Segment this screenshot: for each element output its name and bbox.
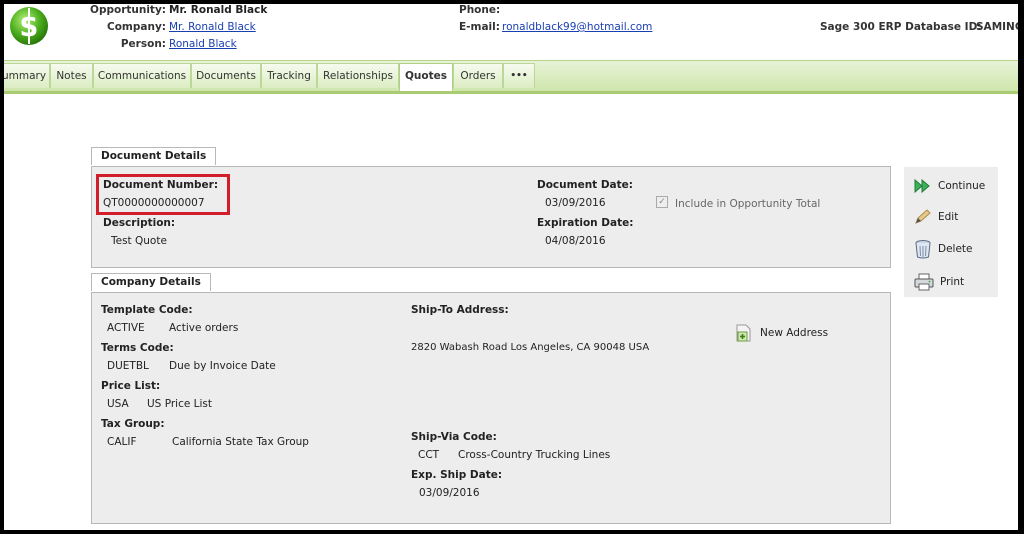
tab-more[interactable]: •••	[503, 63, 535, 88]
continue-label: Continue	[938, 180, 986, 192]
ship-via-code-value: CCT	[418, 449, 440, 461]
delete-label: Delete	[938, 243, 973, 255]
tab-orders[interactable]: Orders	[453, 63, 503, 88]
company-details-heading: Company Details	[91, 273, 211, 291]
email-label: E-mail:	[459, 21, 500, 33]
include-in-total-checkbox[interactable]: ✓	[656, 196, 668, 208]
app-frame: S Opportunity: Mr. Ronald Black Company:…	[4, 4, 1018, 530]
new-address-label: New Address	[760, 327, 829, 339]
document-date-value: 03/09/2016	[545, 197, 606, 209]
phone-label: Phone:	[459, 4, 501, 16]
company-details-panel: Template Code: ACTIVE Active orders Term…	[91, 292, 891, 524]
opportunity-value: Mr. Ronald Black	[169, 4, 268, 16]
ship-via-code-description: Cross-Country Trucking Lines	[458, 449, 611, 461]
company-link[interactable]: Mr. Ronald Black	[169, 21, 256, 33]
expiration-date-value: 04/08/2016	[545, 235, 606, 247]
new-document-plus-icon	[736, 324, 751, 342]
tax-group-value: CALIF	[107, 436, 137, 448]
tab-tracking[interactable]: Tracking	[261, 63, 317, 88]
sage-dollar-logo-icon: S	[10, 7, 48, 45]
printer-icon	[914, 273, 934, 291]
tax-group-description: California State Tax Group	[172, 436, 309, 448]
person-label: Person:	[120, 38, 166, 50]
continue-icon	[914, 179, 930, 193]
exp-ship-date-label: Exp. Ship Date:	[411, 469, 503, 481]
ship-via-code-label: Ship-Via Code:	[411, 431, 497, 443]
price-list-description: US Price List	[147, 398, 212, 410]
expiration-date-label: Expiration Date:	[537, 217, 634, 229]
price-list-label: Price List:	[101, 380, 161, 392]
ship-to-address-value: 2820 Wabash Road Los Angeles, CA 90048 U…	[411, 342, 650, 353]
edit-pencil-icon	[915, 209, 931, 224]
tab-summary[interactable]: ummary	[4, 63, 50, 88]
include-in-total-label: Include in Opportunity Total	[675, 198, 821, 210]
opportunity-label: Opportunity:	[90, 4, 166, 16]
delete-button[interactable]: Delete	[914, 238, 973, 260]
print-button[interactable]: Print	[914, 271, 964, 293]
tax-group-label: Tax Group:	[101, 418, 165, 430]
exp-ship-date-value: 03/09/2016	[419, 487, 480, 499]
template-code-description: Active orders	[169, 322, 239, 334]
ship-to-address-label: Ship-To Address:	[411, 304, 509, 316]
description-value: Test Quote	[111, 235, 167, 247]
price-list-value: USA	[107, 398, 129, 410]
template-code-label: Template Code:	[101, 304, 193, 316]
new-address-button[interactable]: New Address	[735, 323, 828, 343]
print-label: Print	[940, 276, 965, 288]
tab-bar: ummary Notes Communications Documents Tr…	[4, 60, 1018, 94]
terms-code-value: DUETBL	[107, 360, 149, 372]
document-number-highlight	[96, 174, 230, 215]
trash-can-icon	[915, 240, 931, 259]
actions-panel: Continue Edit Delete Print	[904, 167, 998, 297]
tab-relationships[interactable]: Relationships	[317, 63, 399, 88]
document-details-heading: Document Details	[91, 147, 217, 165]
person-link[interactable]: Ronald Black	[169, 38, 237, 50]
document-date-label: Document Date:	[537, 179, 633, 191]
description-label: Description:	[103, 217, 176, 229]
document-details-panel: Document Number: QT0000000000007 Descrip…	[91, 166, 891, 268]
edit-button[interactable]: Edit	[914, 206, 958, 228]
edit-label: Edit	[938, 211, 959, 223]
terms-code-description: Due by Invoice Date	[169, 360, 276, 372]
company-label: Company:	[107, 21, 166, 33]
continue-button[interactable]: Continue	[914, 175, 985, 197]
email-link[interactable]: ronaldblack99@hotmail.com	[502, 21, 652, 33]
database-id-label: Sage 300 ERP Database ID:	[820, 21, 982, 33]
tab-communications[interactable]: Communications	[93, 63, 191, 88]
tab-quotes[interactable]: Quotes	[399, 63, 453, 91]
tab-notes[interactable]: Notes	[50, 63, 93, 88]
tab-documents[interactable]: Documents	[191, 63, 261, 88]
terms-code-label: Terms Code:	[101, 342, 174, 354]
database-id-value: SAMINC	[976, 21, 1018, 33]
template-code-value: ACTIVE	[107, 322, 145, 334]
